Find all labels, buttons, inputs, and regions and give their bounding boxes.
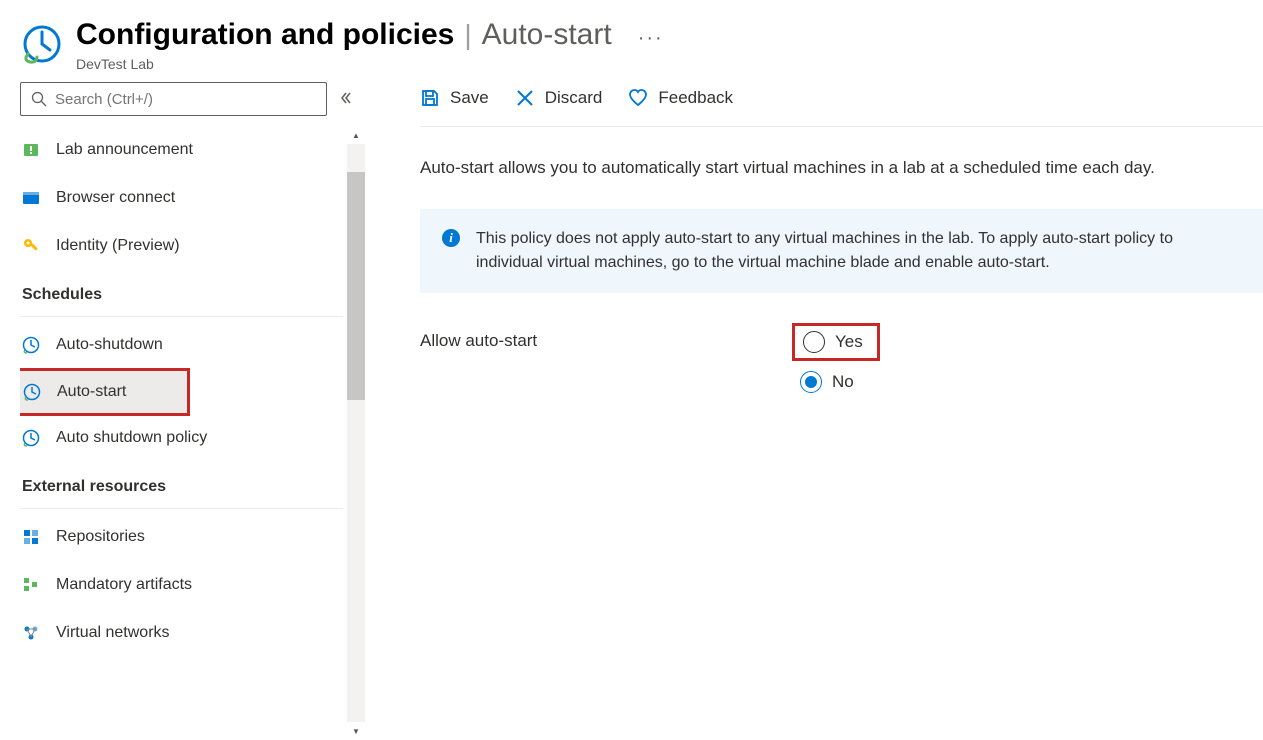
save-icon xyxy=(420,88,440,108)
scroll-thumb[interactable] xyxy=(347,172,365,400)
save-button[interactable]: Save xyxy=(420,88,489,108)
browser-icon xyxy=(22,189,40,207)
sidebar: Lab announcement Browser connect Identit… xyxy=(0,82,365,740)
sidebar-item-repositories[interactable]: Repositories xyxy=(20,513,343,561)
scroll-down-arrow[interactable]: ▼ xyxy=(347,722,365,740)
clock-icon xyxy=(20,24,62,66)
allow-autostart-row: Allow auto-start Yes No xyxy=(420,323,1263,401)
repositories-icon xyxy=(22,528,40,546)
collapse-sidebar-button[interactable] xyxy=(339,91,355,107)
resource-type: DevTest Lab xyxy=(76,56,672,72)
sidebar-item-label: Mandatory artifacts xyxy=(56,576,192,594)
sidebar-item-identity[interactable]: Identity (Preview) xyxy=(20,222,343,270)
sidebar-item-label: Auto-start xyxy=(57,383,126,401)
sidebar-item-label: Auto shutdown policy xyxy=(56,429,207,447)
page-title: Configuration and policies xyxy=(76,18,454,52)
sidebar-item-label: Repositories xyxy=(56,528,145,546)
key-icon xyxy=(22,237,40,255)
radio-circle xyxy=(803,331,825,353)
scroll-up-arrow[interactable]: ▲ xyxy=(347,126,365,144)
toolbar: Save Discard Feedback xyxy=(420,82,1263,127)
radio-label: Yes xyxy=(835,332,863,352)
more-actions-button[interactable]: ··· xyxy=(630,23,672,54)
sidebar-item-auto-start[interactable]: Auto-start xyxy=(20,368,190,416)
radio-no[interactable]: No xyxy=(792,363,880,401)
feedback-button[interactable]: Feedback xyxy=(628,88,733,108)
sidebar-item-virtual-networks[interactable]: Virtual networks xyxy=(20,609,343,657)
sidebar-item-label: Auto-shutdown xyxy=(56,336,163,354)
artifacts-icon xyxy=(22,576,40,594)
description-text: Auto-start allows you to automatically s… xyxy=(420,155,1263,181)
clock-icon xyxy=(22,429,40,447)
sidebar-item-label: Lab announcement xyxy=(56,141,193,159)
page-subtitle: Auto-start xyxy=(482,18,612,52)
allow-autostart-radio-group: Yes No xyxy=(792,323,880,401)
search-icon xyxy=(31,91,47,107)
sidebar-item-label: Identity (Preview) xyxy=(56,237,180,255)
sidebar-item-mandatory-artifacts[interactable]: Mandatory artifacts xyxy=(20,561,343,609)
heart-icon xyxy=(628,88,648,108)
sidebar-item-auto-shutdown[interactable]: Auto-shutdown xyxy=(20,321,343,369)
radio-circle xyxy=(800,371,822,393)
title-separator: | xyxy=(464,19,471,51)
sidebar-item-auto-shutdown-policy[interactable]: Auto shutdown policy xyxy=(20,414,343,462)
radio-yes[interactable]: Yes xyxy=(792,323,880,361)
network-icon xyxy=(22,624,40,642)
sidebar-item-label: Browser connect xyxy=(56,189,175,207)
info-box: i This policy does not apply auto-start … xyxy=(420,209,1263,293)
sidebar-section-schedules: Schedules xyxy=(20,270,343,317)
sidebar-item-browser-connect[interactable]: Browser connect xyxy=(20,174,343,222)
search-field[interactable] xyxy=(55,91,316,108)
allow-autostart-label: Allow auto-start xyxy=(420,323,792,351)
sidebar-scrollbar[interactable]: ▲ ▼ xyxy=(347,126,365,740)
sidebar-section-external: External resources xyxy=(20,462,343,509)
sidebar-item-lab-announcement[interactable]: Lab announcement xyxy=(20,126,343,174)
info-text: This policy does not apply auto-start to… xyxy=(476,227,1241,275)
clock-icon xyxy=(23,383,41,401)
radio-label: No xyxy=(832,372,854,392)
blade-header: Configuration and policies | Auto-start … xyxy=(0,0,1263,82)
announcement-icon xyxy=(22,141,40,159)
close-icon xyxy=(515,88,535,108)
sidebar-item-label: Virtual networks xyxy=(56,624,170,642)
discard-button[interactable]: Discard xyxy=(515,88,603,108)
info-icon: i xyxy=(442,229,460,247)
search-input[interactable] xyxy=(20,82,327,116)
clock-icon xyxy=(22,336,40,354)
